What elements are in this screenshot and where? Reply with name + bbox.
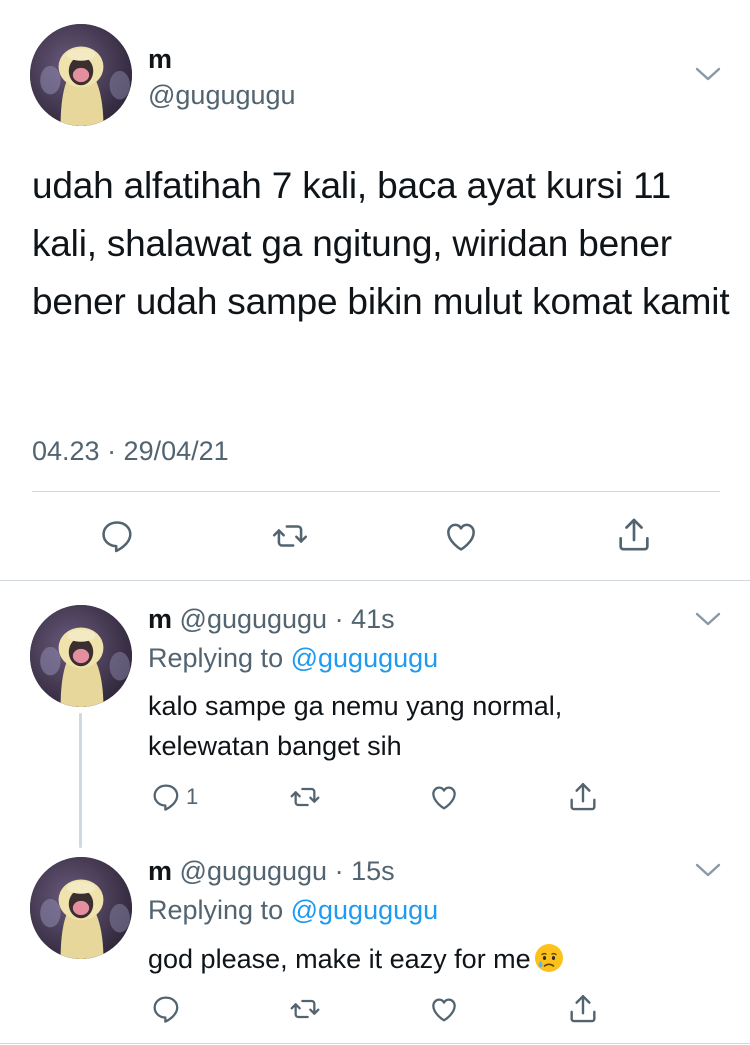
reply-icon (102, 521, 132, 553)
retweet-button[interactable] (288, 993, 322, 1025)
tweet-timestamp[interactable]: 04.23 · 29/04/21 (32, 436, 229, 467)
replying-prefix: Replying to (148, 643, 284, 673)
replying-prefix: Replying to (148, 895, 284, 925)
reply-button[interactable] (98, 517, 136, 555)
divider (0, 1043, 750, 1044)
retweet-icon (272, 525, 308, 547)
chevron-down-icon[interactable] (694, 860, 722, 880)
heart-icon (432, 998, 456, 1022)
share-button[interactable] (614, 515, 654, 555)
reply-header: m @gugugugu · 41s (148, 604, 395, 635)
duck-avatar-icon (30, 24, 132, 126)
chevron-down-icon[interactable] (694, 64, 722, 84)
like-button[interactable] (442, 517, 480, 555)
replying-to: Replying to @gugugugu (148, 895, 438, 926)
heart-icon (447, 523, 475, 551)
avatar[interactable] (30, 24, 132, 126)
duck-avatar-icon (30, 857, 132, 959)
chevron-down-icon[interactable] (694, 609, 722, 629)
reply-text: kalo sampe ga nemu yang normal, kelewata… (148, 691, 563, 761)
thread-line (79, 713, 82, 848)
reply-text: god please, make it eazy for me (148, 944, 531, 974)
like-button[interactable] (428, 993, 460, 1025)
author-name[interactable]: m (148, 856, 172, 886)
reply-icon (153, 996, 179, 1023)
reply-text-container: god please, make it eazy for me (148, 939, 668, 979)
divider (32, 491, 720, 492)
time-ago[interactable]: · 41s (335, 604, 395, 634)
share-icon (570, 995, 596, 1023)
reply-count: 1 (186, 784, 199, 809)
retweet-icon (290, 787, 320, 807)
author-name[interactable]: m (148, 44, 172, 75)
replying-to-link[interactable]: @gugugugu (291, 643, 439, 673)
author-handle[interactable]: @gugugugu (148, 80, 296, 111)
author-handle[interactable]: @gugugugu (180, 604, 328, 634)
share-button[interactable] (566, 780, 600, 814)
time-ago[interactable]: · 15s (335, 856, 395, 886)
reply-button[interactable] (150, 993, 186, 1025)
retweet-button[interactable] (270, 517, 310, 555)
reply-icon (153, 784, 179, 811)
crying-face-icon (533, 942, 565, 974)
replying-to: Replying to @gugugugu (148, 643, 438, 674)
like-button[interactable] (428, 781, 460, 813)
retweet-icon (290, 999, 320, 1019)
reply-header: m @gugugugu · 15s (148, 856, 395, 887)
divider (0, 580, 750, 581)
retweet-button[interactable] (288, 781, 322, 813)
author-name[interactable]: m (148, 604, 172, 634)
heart-icon (432, 786, 456, 810)
avatar[interactable] (30, 605, 132, 707)
tweet-text: udah alfatihah 7 kali, baca ayat kursi 1… (32, 165, 730, 322)
author-handle[interactable]: @gugugugu (180, 856, 328, 886)
replying-to-link[interactable]: @gugugugu (291, 895, 439, 925)
avatar[interactable] (30, 857, 132, 959)
share-icon (619, 518, 649, 551)
reply-button[interactable]: 1 (150, 781, 198, 813)
duck-avatar-icon (30, 605, 132, 707)
share-button[interactable] (566, 992, 600, 1026)
share-icon (570, 783, 596, 811)
